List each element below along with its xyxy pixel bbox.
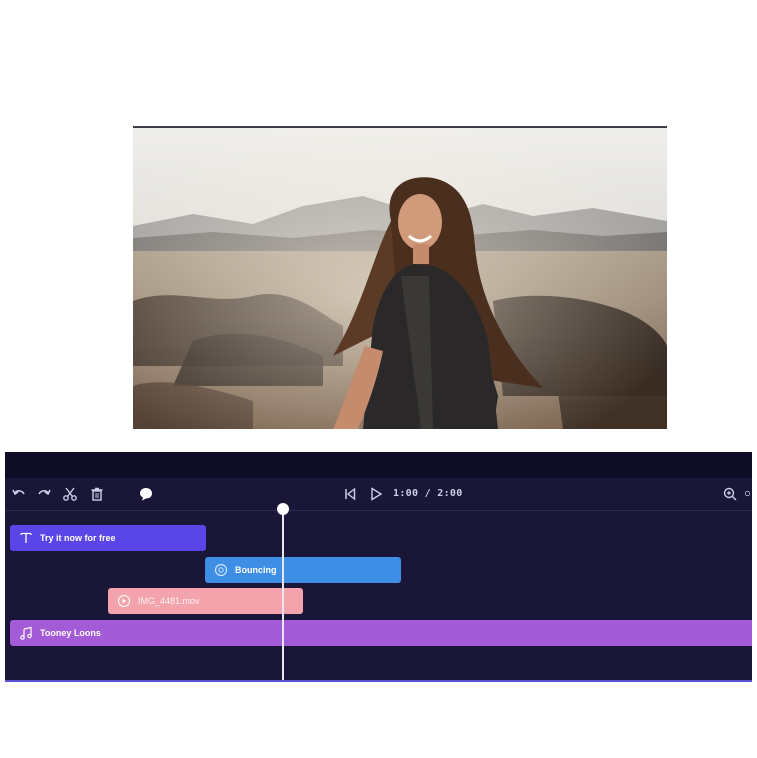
scissors-icon[interactable] bbox=[60, 484, 80, 504]
editor-header-band bbox=[5, 452, 752, 478]
effect-clip-label: Bouncing bbox=[235, 565, 277, 575]
comment-bubble-icon[interactable] bbox=[136, 484, 156, 504]
timeline-editor: 1:00 / 2:00 Try it now for free Bouncing… bbox=[5, 452, 752, 682]
video-clip[interactable]: IMG_4481.mov bbox=[108, 588, 303, 614]
music-note-icon bbox=[18, 625, 34, 641]
text-clip-label: Try it now for free bbox=[40, 533, 116, 543]
play-icon[interactable] bbox=[366, 484, 386, 504]
preview-photo bbox=[133, 126, 667, 429]
effect-clip[interactable]: Bouncing bbox=[205, 557, 401, 583]
zoom-out-icon[interactable] bbox=[744, 484, 752, 504]
text-clip[interactable]: Try it now for free bbox=[10, 525, 206, 551]
timeline-toolbar: 1:00 / 2:00 bbox=[5, 480, 752, 510]
toolbar-divider bbox=[5, 510, 752, 511]
trash-icon[interactable] bbox=[87, 484, 107, 504]
skip-back-icon[interactable] bbox=[340, 484, 360, 504]
audio-clip-label: Tooney Loons bbox=[40, 628, 101, 638]
text-icon bbox=[18, 530, 34, 546]
redo-icon[interactable] bbox=[34, 484, 54, 504]
video-preview bbox=[133, 126, 667, 429]
playhead-handle[interactable] bbox=[277, 503, 289, 515]
zoom-in-icon[interactable] bbox=[720, 484, 740, 504]
audio-clip[interactable]: Tooney Loons bbox=[10, 620, 752, 646]
playhead-line[interactable] bbox=[282, 510, 284, 680]
undo-icon[interactable] bbox=[9, 484, 29, 504]
effect-circle-icon bbox=[213, 562, 229, 578]
video-clip-label: IMG_4481.mov bbox=[138, 596, 200, 606]
timecode-display: 1:00 / 2:00 bbox=[393, 488, 463, 499]
preview-top-border bbox=[133, 126, 667, 128]
video-clip-icon bbox=[116, 593, 132, 609]
